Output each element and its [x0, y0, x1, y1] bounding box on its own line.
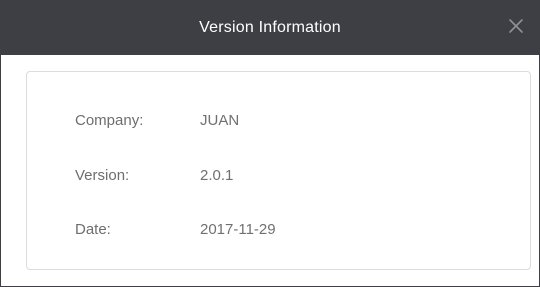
- dialog-title: Version Information: [199, 18, 341, 36]
- version-row: Version: 2.0.1: [75, 167, 233, 184]
- version-info-dialog: Version Information Company: JUAN Versio…: [0, 0, 540, 287]
- company-label: Company:: [75, 112, 144, 129]
- date-row: Date: 2017-11-29: [75, 221, 276, 238]
- close-button[interactable]: [507, 17, 525, 35]
- date-value: 2017-11-29: [200, 221, 276, 238]
- close-icon: [509, 19, 523, 33]
- version-value: 2.0.1: [200, 167, 234, 184]
- version-label: Version:: [75, 167, 130, 184]
- company-value: JUAN: [200, 112, 240, 129]
- date-label: Date:: [75, 221, 111, 238]
- info-panel: Company: JUAN Version: 2.0.1 Date: 2017-…: [26, 71, 531, 270]
- company-row: Company: JUAN: [75, 112, 239, 129]
- titlebar: Version Information: [1, 0, 539, 55]
